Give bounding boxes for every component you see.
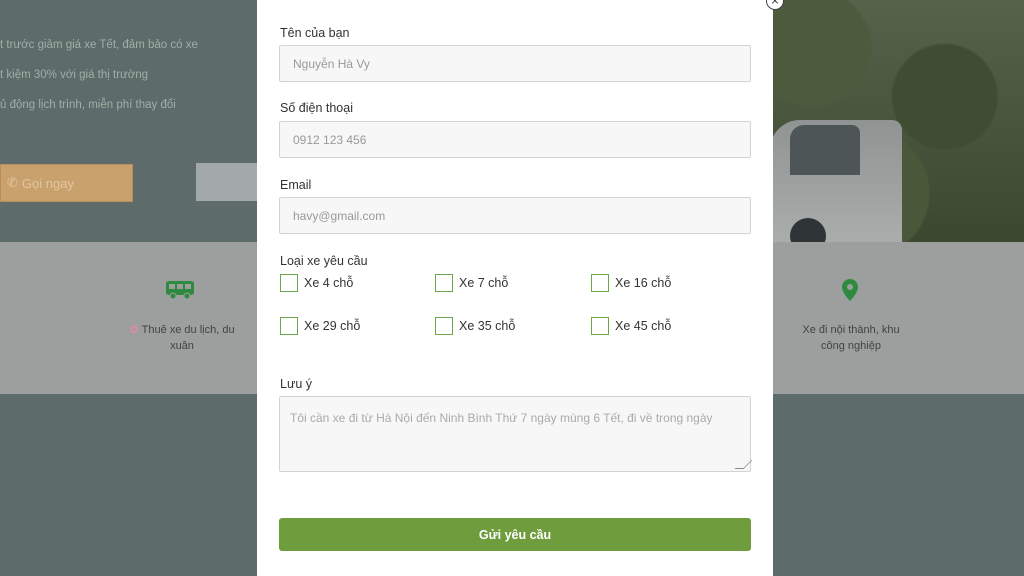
van-icon bbox=[165, 279, 195, 305]
feature-text-city: Xe đi nội thành, khu công nghiệp bbox=[802, 324, 900, 352]
checkbox-xe-7[interactable]: Xe 7 chỗ bbox=[435, 274, 508, 292]
request-form-modal: Tên của bạn Nguyễn Hà Vy Số điện thoại 0… bbox=[257, 0, 773, 576]
van-window bbox=[790, 125, 860, 175]
checkbox-box[interactable] bbox=[435, 317, 453, 335]
email-label: Email bbox=[280, 178, 312, 192]
name-label: Tên của bạn bbox=[280, 26, 350, 40]
checkbox-xe-16[interactable]: Xe 16 chỗ bbox=[591, 274, 671, 292]
email-input[interactable]: havy@gmail.com bbox=[279, 197, 751, 234]
checkbox-box[interactable] bbox=[435, 274, 453, 292]
resize-handle[interactable] bbox=[734, 460, 753, 469]
secondary-button[interactable] bbox=[196, 163, 258, 201]
checkbox-xe-4[interactable]: Xe 4 chỗ bbox=[280, 274, 353, 292]
phone-icon: ✆ bbox=[7, 175, 18, 190]
name-input[interactable]: Nguyễn Hà Vy bbox=[279, 45, 751, 82]
phone-input[interactable]: 0912 123 456 bbox=[279, 121, 751, 158]
checkbox-box[interactable] bbox=[591, 317, 609, 335]
call-now-button[interactable]: ✆ Gọi ngay bbox=[0, 164, 133, 202]
note-label: Lưu ý bbox=[280, 377, 312, 391]
note-textarea[interactable]: Tôi cần xe đi từ Hà Nội đến Ninh Bình Th… bbox=[279, 396, 753, 472]
flower-icon: ✿ bbox=[129, 324, 139, 336]
phone-label: Số điện thoại bbox=[280, 101, 353, 115]
checkbox-xe-45[interactable]: Xe 45 chỗ bbox=[591, 317, 671, 335]
vehicle-type-label: Loại xe yêu cầu bbox=[280, 254, 368, 268]
checkbox-xe-35[interactable]: Xe 35 chỗ bbox=[435, 317, 515, 335]
map-pin-icon bbox=[842, 279, 858, 305]
checkbox-box[interactable] bbox=[591, 274, 609, 292]
hero-bullet: t trước giảm giá xe Tết, đảm bảo có xe bbox=[0, 39, 198, 51]
call-now-label: Gọi ngay bbox=[21, 175, 74, 191]
checkbox-xe-29[interactable]: Xe 29 chỗ bbox=[280, 317, 360, 335]
hero-bullet: t kiệm 30% với giá thị trường bbox=[0, 69, 149, 81]
checkbox-box[interactable] bbox=[280, 317, 298, 335]
checkbox-box[interactable] bbox=[280, 274, 298, 292]
hero-bullet: ủ động lịch trình, miễn phí thay đổi bbox=[0, 99, 176, 111]
submit-request-button[interactable]: Gửi yêu cầu bbox=[279, 518, 751, 551]
feature-text-tour: ✿ Thuê xe du lịch, du xuân bbox=[129, 324, 235, 352]
